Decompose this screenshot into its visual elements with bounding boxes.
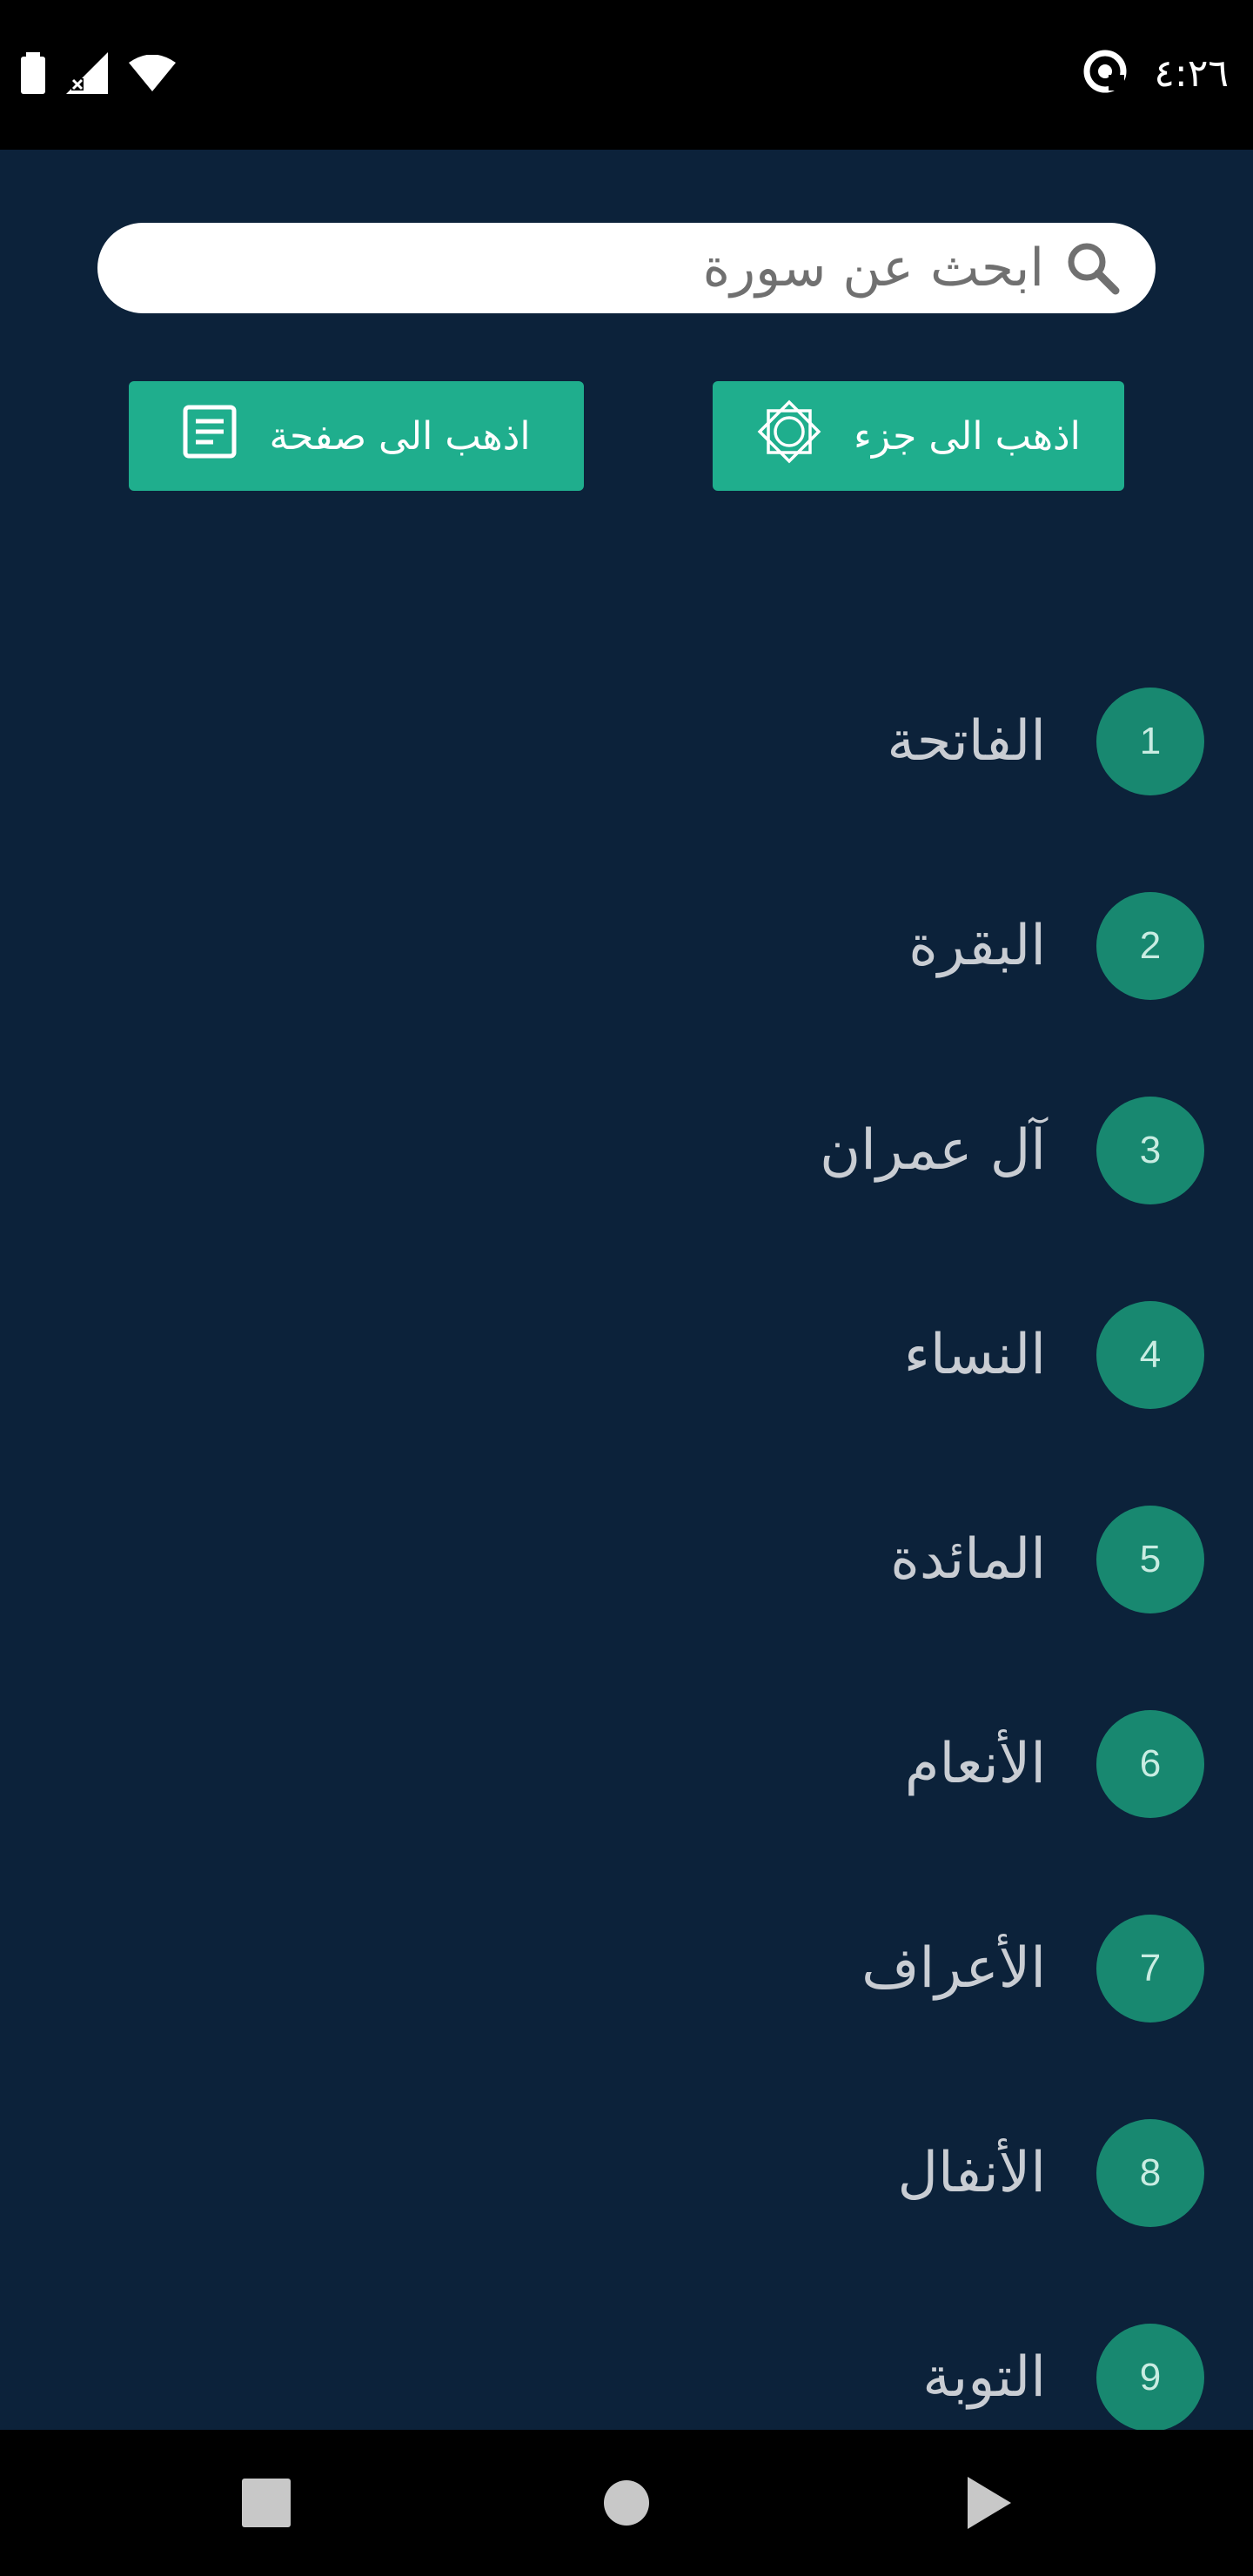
go-to-page-label: اذهب الى صفحة	[269, 413, 531, 459]
surah-number-badge: 3	[1096, 1097, 1204, 1204]
surah-name: التوبة	[922, 2345, 1046, 2410]
surah-number-badge: 2	[1096, 892, 1204, 1000]
search-input[interactable]	[172, 237, 1046, 299]
go-to-juz-button[interactable]: اذهب الى جزء	[713, 381, 1124, 491]
list-item[interactable]: النساء 4	[0, 1252, 1253, 1458]
wifi-icon	[129, 54, 176, 95]
list-item[interactable]: المائدة 5	[0, 1457, 1253, 1662]
surah-number-badge: 1	[1096, 688, 1204, 795]
surah-number-badge: 6	[1096, 1710, 1204, 1818]
search-icon	[1062, 237, 1124, 299]
surah-name: الأنعام	[904, 1732, 1046, 1796]
navigation-bar	[0, 2430, 1253, 2576]
status-right: ٤:٢٦	[1082, 49, 1229, 97]
surah-number-badge: 9	[1096, 2324, 1204, 2432]
search-bar[interactable]	[97, 223, 1156, 313]
go-to-juz-label: اذهب الى جزء	[854, 413, 1081, 459]
surah-name: آل عمران	[820, 1118, 1046, 1183]
surah-name: الأعراف	[861, 1936, 1046, 2001]
signal-off-icon	[66, 52, 108, 97]
surah-number-badge: 7	[1096, 1915, 1204, 2023]
list-item[interactable]: آل عمران 3	[0, 1048, 1253, 1253]
surah-name: المائدة	[890, 1527, 1046, 1592]
status-bar: ٤:٢٦	[0, 0, 1253, 150]
surah-number-badge: 8	[1096, 2119, 1204, 2227]
data-saver-icon	[1082, 49, 1128, 97]
surah-name: النساء	[903, 1323, 1046, 1387]
list-item[interactable]: البقرة 2	[0, 843, 1253, 1049]
recents-icon[interactable]	[235, 2472, 298, 2534]
star-octagram-icon	[756, 399, 822, 474]
back-icon[interactable]	[957, 2472, 1020, 2534]
list-item[interactable]: الأنفال 8	[0, 2070, 1253, 2276]
surah-number-badge: 4	[1096, 1301, 1204, 1409]
go-to-page-button[interactable]: اذهب الى صفحة	[129, 381, 584, 491]
battery-icon	[21, 52, 45, 97]
list-item[interactable]: الأعراف 7	[0, 1866, 1253, 2071]
surah-index-screen: اذهب الى جزء اذهب الى صفحة الفاتحة	[0, 150, 1253, 2432]
surah-number-badge: 5	[1096, 1506, 1204, 1613]
status-icons	[21, 52, 176, 97]
list-item[interactable]: الفاتحة 1	[0, 639, 1253, 844]
clock: ٤:٢٦	[1154, 50, 1229, 96]
list-item[interactable]: الأنعام 6	[0, 1661, 1253, 1867]
home-icon[interactable]	[595, 2472, 658, 2534]
surah-name: الأنفال	[897, 2141, 1046, 2205]
surah-name: الفاتحة	[887, 709, 1046, 774]
surah-name: البقرة	[908, 914, 1046, 978]
page-icon	[182, 404, 238, 469]
